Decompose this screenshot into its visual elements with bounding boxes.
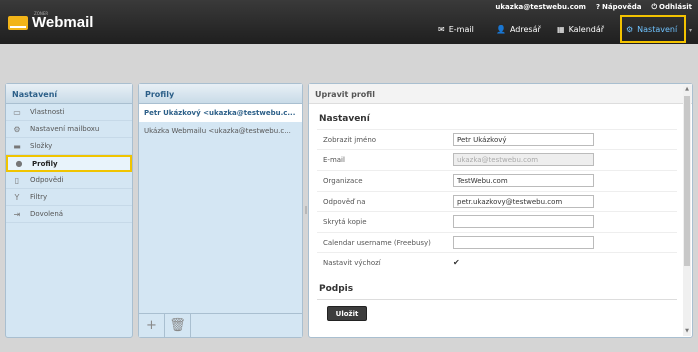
form-row-calendar-username: Calendar username (Freebusy) [317,232,677,252]
default-checkbox[interactable]: ✔ [453,258,460,267]
profiles-panel: Profily Petr Ukázkový <ukazka@testwebu.c… [138,83,303,338]
field-label: Calendar username (Freebusy) [323,238,431,247]
webmail-logo[interactable]: ZONER Webmail [8,11,94,31]
person-icon: ● [15,159,23,168]
gear-icon: ⚙ [13,124,21,134]
menu-item-label: Dovolená [30,210,64,218]
document-icon: ▯ [14,175,20,185]
reply-to-input[interactable] [453,195,594,208]
menu-item-label: Filtry [30,193,48,201]
logo-text: Webmail [32,14,94,31]
form-row-default: Nastavit výchozí ✔ [317,252,677,272]
delete-profile-button[interactable]: 🗑 [165,314,191,337]
bcc-input[interactable] [453,215,594,228]
nav-adresar-label: Adresář [509,24,541,34]
field-label: Skrytá kopie [323,217,367,226]
add-profile-button[interactable]: + [139,314,165,337]
profiles-toolbar: + 🗑 [139,313,302,337]
folder-icon: ▬ [13,141,21,151]
nav-nastaveni[interactable]: ⚙ Nastavení [620,15,686,43]
scroll-thumb[interactable] [684,96,690,266]
profiles-panel-title: Profily [139,84,302,104]
laptop-icon: ▭ [13,107,21,117]
section-signature-title: Podpis [319,284,354,294]
plus-icon: + [146,318,157,333]
top-bar: ZONER Webmail ukazka@testwebu.com ? Nápov… [0,0,698,44]
save-button[interactable]: Uložit [327,306,367,321]
field-label: Organizace [323,176,363,185]
field-label: Nastavit výchozí [323,258,381,267]
nav-email[interactable]: ✉ E-mail [438,16,474,42]
power-icon: ⏻ [651,3,658,11]
nav-nastaveni-label: Nastavení [637,24,678,34]
out-of-office-icon: ⇥ [13,209,21,219]
menu-item-profily[interactable]: ● Profily [6,155,132,172]
calendar-username-input[interactable] [453,236,594,249]
scroll-down-arrow[interactable]: ▼ [683,328,691,336]
nav-email-label: E-mail [448,24,474,34]
profile-item[interactable]: Ukázka Webmailu <ukazka@testwebu.c... [139,122,302,140]
nav-kalendar-label: Kalendář [568,24,605,34]
person-icon: 👤 [496,24,506,34]
gear-icon: ⚙ [626,24,634,34]
menu-item-vlastnosti[interactable]: ▭ Vlastnosti [6,104,132,121]
profile-item[interactable]: Petr Ukázkový <ukazka@testwebu.c... [139,104,302,122]
scrollbar[interactable]: ▲ ▼ [683,86,691,336]
form-row-reply-to: Odpověď na [317,191,677,211]
nav-kalendar[interactable]: ▦ Kalendář [557,16,604,42]
edit-profile-panel: Upravit profil Nastavení Zobrazit jméno … [308,83,693,338]
email-input [453,153,594,166]
question-icon: ? [595,3,601,11]
menu-item-dovolena[interactable]: ⇥ Dovolená [6,206,132,223]
help-label: Nápověda [602,3,642,11]
display-name-input[interactable] [453,133,594,146]
menu-item-mailbox[interactable]: ⚙ Nastavení mailboxu [6,121,132,138]
organization-input[interactable] [453,174,594,187]
filter-icon: Y [14,192,20,202]
edit-profile-title: Upravit profil [309,84,692,104]
field-label: E-mail [323,155,345,164]
menu-item-label: Vlastnosti [30,108,65,116]
nav-adresar[interactable]: 👤 Adresář [496,16,541,42]
calendar-icon: ▦ [557,24,565,34]
menu-item-filtry[interactable]: Y Filtry [6,189,132,206]
menu-item-label: Nastavení mailboxu [30,125,100,133]
logout-label: Odhlásit [659,3,692,11]
divider [317,299,677,300]
trash-icon: 🗑 [169,318,186,333]
menu-item-slozky[interactable]: ▬ Složky [6,138,132,155]
user-email: ukazka@testwebu.com [495,3,586,11]
settings-panel-title: Nastavení [6,84,132,104]
menu-item-label: Složky [30,142,53,150]
logout-link[interactable]: ⏻ Odhlásit [651,3,692,12]
settings-panel: Nastavení ▭ Vlastnosti ⚙ Nastavení mailb… [5,83,133,338]
help-link[interactable]: ? Nápověda [596,3,642,12]
chevron-down-icon[interactable]: ▾ [689,27,692,34]
menu-item-label: Profily [32,159,58,168]
scroll-up-arrow[interactable]: ▲ [683,86,691,94]
envelope-icon [8,15,28,30]
field-label: Zobrazit jméno [323,135,377,144]
logo-brand-sup: ZONER [34,11,49,16]
form-row-bcc: Skrytá kopie [317,211,677,231]
field-label: Odpověď na [323,197,366,206]
envelope-icon: ✉ [438,24,445,34]
menu-item-label: Odpovědi [30,176,64,184]
form-row-email: E-mail [317,149,677,169]
user-links: ukazka@testwebu.com ? Nápověda ⏻ Odhlásit [495,3,692,12]
menu-item-odpovedi[interactable]: ▯ Odpovědi [6,172,132,189]
form-row-display-name: Zobrazit jméno [317,129,677,149]
section-settings-title: Nastavení [319,114,370,124]
form-row-organization: Organizace [317,170,677,190]
